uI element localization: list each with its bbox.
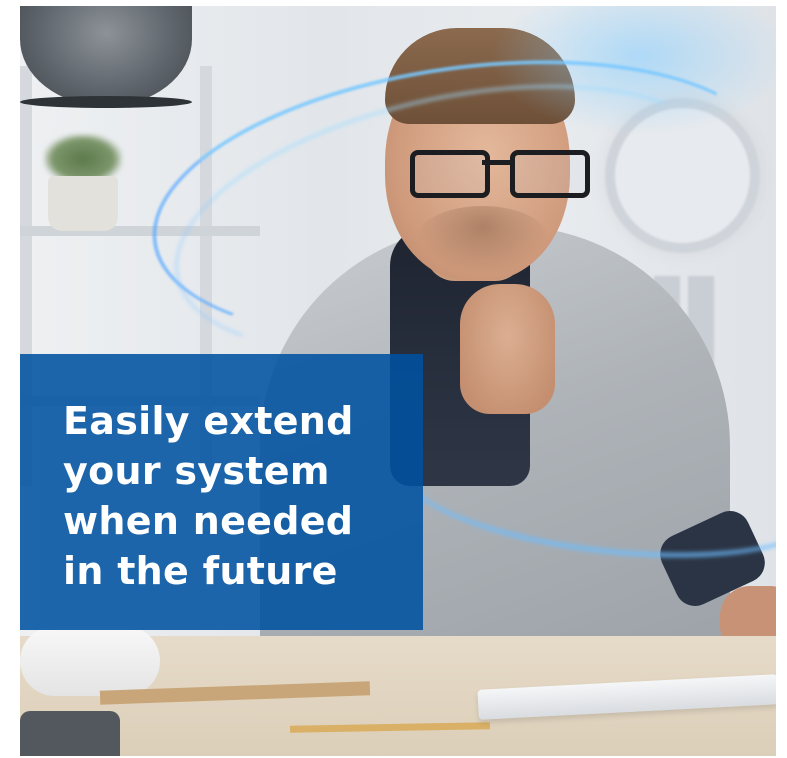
- plant-pot: [48, 176, 118, 231]
- mug: [20, 711, 120, 756]
- headline-line: your system: [63, 449, 330, 493]
- desk-lamp-rim: [20, 96, 192, 108]
- headline-line: when needed: [63, 499, 354, 543]
- headline-line: in the future: [63, 549, 338, 593]
- headline-line: Easily extend: [63, 399, 354, 443]
- headline: Easily extend your system when needed in…: [63, 396, 354, 596]
- headline-box: Easily extend your system when needed in…: [20, 354, 423, 630]
- hero-image: Easily extend your system when needed in…: [20, 6, 776, 756]
- rolled-paper: [20, 626, 160, 696]
